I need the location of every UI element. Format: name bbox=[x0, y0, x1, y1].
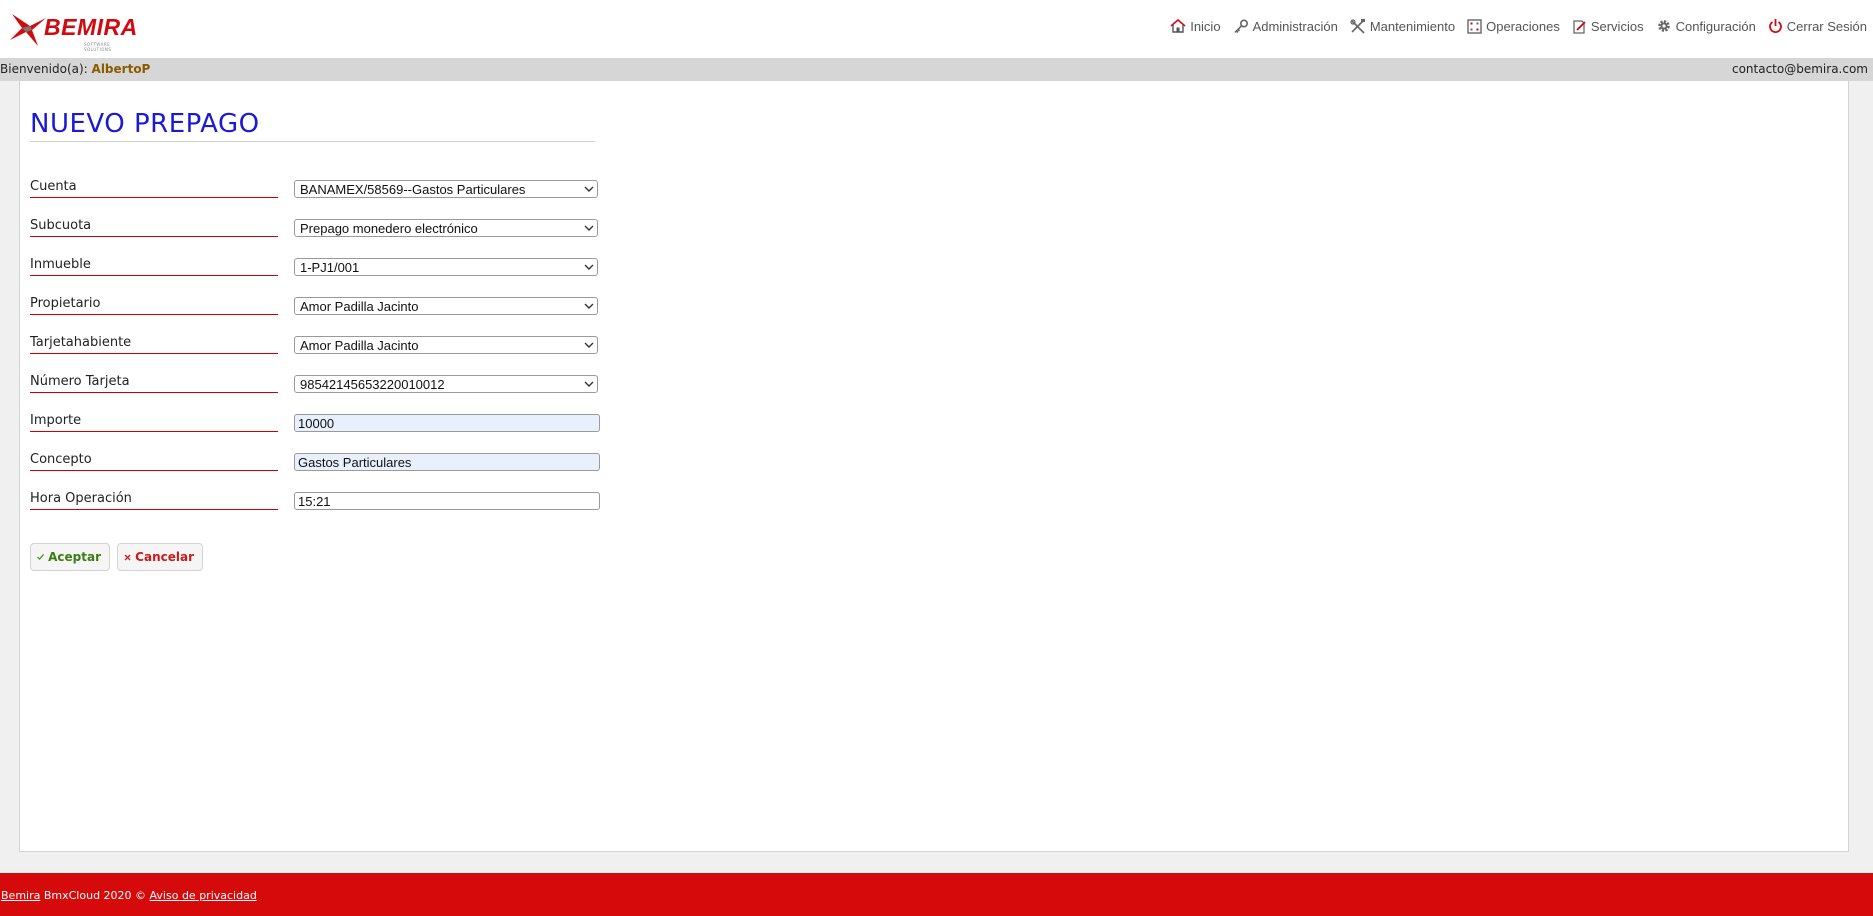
form-row-numero-tarjeta: Número Tarjeta 98542145653220010012 bbox=[30, 372, 610, 402]
nav-label: Operaciones bbox=[1486, 18, 1560, 34]
cuenta-select[interactable]: BANAMEX/58569--Gastos Particulares bbox=[294, 180, 598, 198]
tarjetahabiente-select[interactable]: Amor Padilla Jacinto bbox=[294, 336, 598, 354]
nav-item-servicios[interactable]: Servicios bbox=[1572, 19, 1644, 34]
form-row-inmueble: Inmueble 1-PJ1/001 bbox=[30, 255, 610, 285]
form-row-cuenta: Cuenta BANAMEX/58569--Gastos Particulare… bbox=[30, 177, 610, 207]
propietario-select[interactable]: Amor Padilla Jacinto bbox=[294, 297, 598, 315]
numero-tarjeta-select[interactable]: 98542145653220010012 bbox=[294, 375, 598, 393]
chevron-down-icon bbox=[584, 225, 594, 231]
tools-icon bbox=[1350, 18, 1365, 34]
chevron-down-icon bbox=[584, 303, 594, 309]
form-row-subcuota: Subcuota Prepago monedero electrónico bbox=[30, 216, 610, 246]
gear-icon bbox=[1657, 20, 1670, 32]
home-icon bbox=[1170, 19, 1186, 33]
field-label: Importe bbox=[30, 413, 278, 432]
footer-brand-link[interactable]: Bemira bbox=[1, 889, 40, 902]
chevron-down-icon bbox=[584, 342, 594, 348]
field-label: Concepto bbox=[30, 452, 278, 471]
nav-item-operaciones[interactable]: Operaciones bbox=[1467, 19, 1560, 34]
footer-text: Bemira BmxCloud 2020 © Aviso de privacid… bbox=[1, 889, 257, 902]
chevron-down-icon bbox=[584, 264, 594, 270]
form-actions: Aceptar Cancelar bbox=[20, 543, 320, 573]
content-area: NUEVO PREPAGO Cuenta BANAMEX/58569--Gast… bbox=[0, 81, 1873, 873]
nav-label: Configuración bbox=[1675, 18, 1756, 34]
concepto-input[interactable]: Gastos Particulares bbox=[294, 453, 600, 471]
form-row-propietario: Propietario Amor Padilla Jacinto bbox=[30, 294, 610, 324]
nav-item-configuracion[interactable]: Configuración bbox=[1656, 18, 1756, 34]
welcome-prefix: Bienvenido(a): bbox=[0, 62, 88, 76]
logo-text: BEMIRA bbox=[44, 14, 138, 40]
hora-operacion-input[interactable]: 15:21 bbox=[294, 492, 600, 510]
select-value: 98542145653220010012 bbox=[300, 377, 445, 392]
app-header: BEMIRA SOFTWARE SOLUTIONS Inicio Adminis… bbox=[0, 0, 1873, 58]
accept-button[interactable]: Aceptar bbox=[30, 543, 110, 571]
nav-item-inicio[interactable]: Inicio bbox=[1170, 18, 1221, 34]
key-icon bbox=[1233, 18, 1248, 33]
form-row-concepto: Concepto Gastos Particulares bbox=[30, 450, 610, 480]
welcome-bar: Bienvenido(a): AlbertoP contacto@bemira.… bbox=[0, 58, 1873, 81]
main-nav: Inicio Administración Mantenimiento Oper… bbox=[1158, 18, 1867, 34]
nav-label: Mantenimiento bbox=[1369, 18, 1456, 34]
select-value: Amor Padilla Jacinto bbox=[300, 338, 419, 353]
calculator-icon bbox=[1467, 18, 1482, 34]
form-row-tarjetahabiente: Tarjetahabiente Amor Padilla Jacinto bbox=[30, 333, 610, 363]
form-row-importe: Importe 10000 bbox=[30, 411, 610, 441]
checkmark-icon bbox=[37, 554, 45, 560]
nav-label: Inicio bbox=[1190, 18, 1221, 34]
field-label: Tarjetahabiente bbox=[30, 335, 278, 354]
subcuota-select[interactable]: Prepago monedero electrónico bbox=[294, 219, 598, 237]
logo-star-icon bbox=[10, 14, 46, 46]
privacy-notice-link[interactable]: Aviso de privacidad bbox=[150, 889, 257, 902]
nav-item-mantenimiento[interactable]: Mantenimiento bbox=[1350, 18, 1456, 34]
nav-label: Servicios bbox=[1590, 18, 1644, 34]
welcome-message: Bienvenido(a): AlbertoP bbox=[0, 58, 150, 81]
form-panel: NUEVO PREPAGO Cuenta BANAMEX/58569--Gast… bbox=[19, 81, 1849, 852]
nav-label: Administración bbox=[1252, 18, 1338, 34]
field-label: Propietario bbox=[30, 296, 278, 315]
welcome-username: AlbertoP bbox=[91, 62, 151, 76]
power-icon bbox=[1768, 19, 1782, 33]
importe-input[interactable]: 10000 bbox=[294, 414, 600, 432]
page-title: NUEVO PREPAGO bbox=[30, 109, 595, 142]
logo-subtitle: SOFTWARE SOLUTIONS bbox=[84, 42, 112, 52]
cancel-button[interactable]: Cancelar bbox=[117, 543, 203, 571]
field-label: Inmueble bbox=[30, 257, 278, 276]
select-value: Prepago monedero electrónico bbox=[300, 221, 478, 236]
bemira-logo[interactable]: BEMIRA SOFTWARE SOLUTIONS bbox=[8, 8, 138, 52]
cancel-label: Cancelar bbox=[135, 550, 194, 564]
nav-item-administracion[interactable]: Administración bbox=[1233, 19, 1338, 34]
chevron-down-icon bbox=[584, 186, 594, 192]
chevron-down-icon bbox=[584, 381, 594, 387]
field-label: Hora Operación bbox=[30, 491, 278, 510]
edit-document-icon bbox=[1573, 19, 1586, 34]
contact-email: contacto@bemira.com bbox=[1731, 62, 1868, 76]
field-label: Subcuota bbox=[30, 218, 278, 237]
nav-item-cerrar-sesion[interactable]: Cerrar Sesión bbox=[1768, 18, 1867, 34]
close-icon bbox=[124, 554, 131, 560]
accept-label: Aceptar bbox=[48, 550, 101, 564]
field-label: Cuenta bbox=[30, 179, 278, 198]
footer-copyright: BmxCloud 2020 © bbox=[40, 889, 150, 902]
app-footer: Bemira BmxCloud 2020 © Aviso de privacid… bbox=[0, 873, 1873, 916]
select-value: 1-PJ1/001 bbox=[300, 260, 360, 275]
inmueble-select[interactable]: 1-PJ1/001 bbox=[294, 258, 598, 276]
form-row-hora-operacion: Hora Operación 15:21 bbox=[30, 489, 610, 519]
select-value: BANAMEX/58569--Gastos Particulares bbox=[300, 182, 526, 197]
select-value: Amor Padilla Jacinto bbox=[300, 299, 419, 314]
nav-label: Cerrar Sesión bbox=[1786, 18, 1867, 34]
field-label: Número Tarjeta bbox=[30, 374, 278, 393]
